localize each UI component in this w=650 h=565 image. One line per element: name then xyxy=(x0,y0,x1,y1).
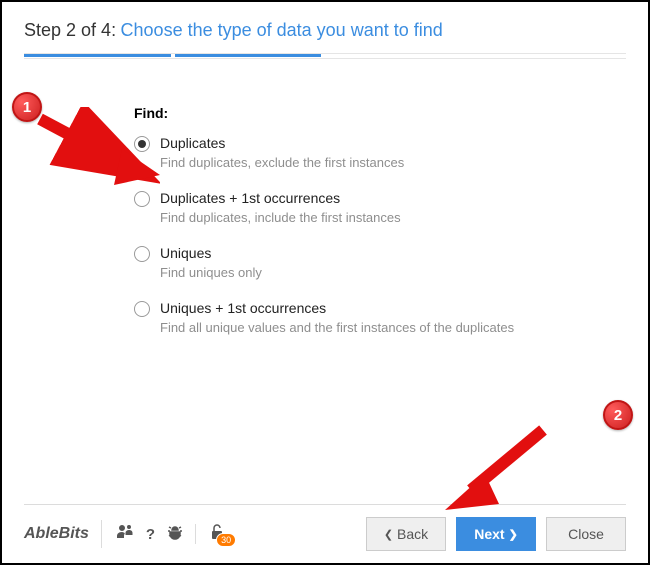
bug-icon[interactable] xyxy=(167,524,183,544)
back-label: Back xyxy=(397,526,428,542)
option-label[interactable]: Uniques + 1st occurrences xyxy=(160,300,514,316)
annotation-arrow-1 xyxy=(30,107,160,187)
progress-step-1 xyxy=(24,54,171,58)
option-label[interactable]: Duplicates xyxy=(160,135,404,151)
step-title: Choose the type of data you want to find xyxy=(121,20,443,40)
option-desc: Find all unique values and the first ins… xyxy=(160,320,514,335)
close-label: Close xyxy=(568,526,604,542)
option-uniques[interactable]: Uniques Find uniques only xyxy=(134,245,546,280)
option-desc: Find duplicates, exclude the first insta… xyxy=(160,155,404,170)
option-duplicates-1st[interactable]: Duplicates + 1st occurrences Find duplic… xyxy=(134,190,546,225)
back-button[interactable]: ❮ Back xyxy=(366,517,446,551)
radio-indicator[interactable] xyxy=(134,191,150,207)
annotation-callout-2: 2 xyxy=(603,400,633,430)
next-label: Next xyxy=(474,526,504,542)
find-label: Find: xyxy=(134,105,546,121)
annotation-callout-1: 1 xyxy=(12,92,42,122)
option-desc: Find uniques only xyxy=(160,265,262,280)
next-button[interactable]: Next ❯ xyxy=(456,517,536,551)
progress-step-4 xyxy=(476,54,623,58)
progress-bar xyxy=(24,53,626,59)
radio-indicator[interactable] xyxy=(134,301,150,317)
progress-step-3 xyxy=(325,54,472,58)
feedback-icon[interactable] xyxy=(116,524,134,544)
option-label[interactable]: Duplicates + 1st occurrences xyxy=(160,190,401,206)
lock-badge: 30 xyxy=(216,533,236,547)
step-indicator: Step 2 of 4: xyxy=(24,20,116,40)
help-icon[interactable]: ? xyxy=(146,526,155,543)
chevron-right-icon: ❯ xyxy=(509,528,518,541)
find-options-group: Duplicates Find duplicates, exclude the … xyxy=(134,135,546,335)
option-uniques-1st[interactable]: Uniques + 1st occurrences Find all uniqu… xyxy=(134,300,546,335)
option-label[interactable]: Uniques xyxy=(160,245,262,261)
option-desc: Find duplicates, include the first insta… xyxy=(160,210,401,225)
chevron-left-icon: ❮ xyxy=(384,528,393,541)
option-duplicates[interactable]: Duplicates Find duplicates, exclude the … xyxy=(134,135,546,170)
wizard-header: Step 2 of 4: Choose the type of data you… xyxy=(24,20,626,53)
annotation-arrow-2 xyxy=(433,422,553,517)
progress-step-2 xyxy=(175,54,322,58)
close-button[interactable]: Close xyxy=(546,517,626,551)
radio-indicator[interactable] xyxy=(134,246,150,262)
brand-logo: AbleBits xyxy=(24,520,102,548)
